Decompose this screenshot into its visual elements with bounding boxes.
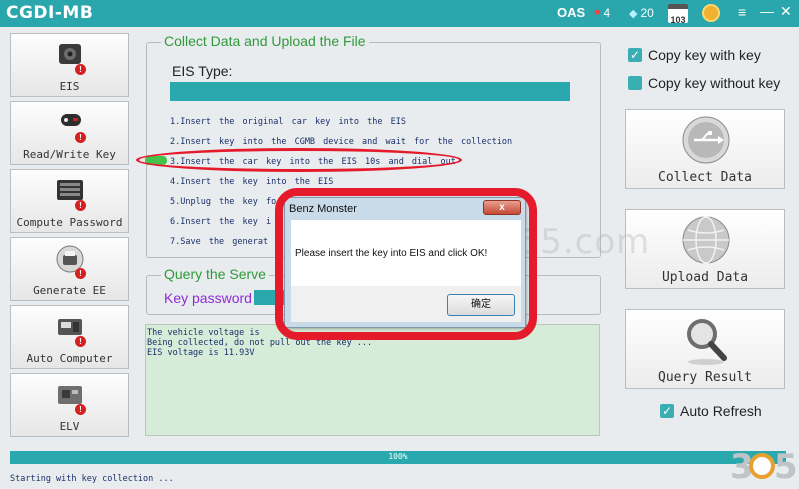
calendar-icon[interactable]: 103 (668, 4, 688, 25)
sidebar-item-label: Read/Write Key (23, 148, 116, 161)
checkbox-box (628, 76, 642, 90)
collect-data-button[interactable]: Collect Data (625, 109, 785, 189)
query-result-button[interactable]: Query Result (625, 309, 785, 389)
checkmark-icon: ✓ (628, 48, 642, 62)
sidebar-item-eis[interactable]: ! EIS (10, 33, 129, 97)
sidebar-item-label: Auto Computer (26, 352, 113, 365)
copy-key-with-key-checkbox[interactable]: ✓ Copy key with key (628, 47, 761, 63)
checkmark-icon: ✓ (660, 404, 674, 418)
oas-label[interactable]: OAS (557, 5, 585, 20)
app-title: CGDI-MB (6, 3, 94, 23)
step-6: 6.Insert the key i (170, 217, 272, 227)
sidebar-item-auto-computer[interactable]: ! Auto Computer (10, 305, 129, 369)
warning-badge: ! (75, 64, 86, 75)
sidebar-item-compute-password[interactable]: ! Compute Password (10, 169, 129, 233)
copy-key-without-key-checkbox[interactable]: Copy key without key (628, 75, 780, 91)
sidebar-item-read-write-key[interactable]: ! Read/Write Key (10, 101, 129, 165)
sidebar-item-label: ELV (59, 420, 80, 433)
warning-badge: ! (75, 336, 86, 347)
svg-text:5: 5 (774, 447, 796, 486)
step-5: 5.Unplug the key fo (170, 197, 277, 207)
sidebar-item-elv[interactable]: ! ELV (10, 373, 129, 437)
usb-icon (682, 116, 730, 164)
checkbox-label: Auto Refresh (680, 403, 762, 419)
warning-badge: ! (75, 132, 86, 143)
cgdi-mb-window: CGDI-MB OAS ♥ 4 ◆ 20 103 ≡ — ✕ ! EIS ! R… (0, 0, 799, 489)
warning-badge: ! (75, 200, 86, 211)
step-2: 2.Insert key into the CGMB device and wa… (170, 137, 513, 147)
status-text: Starting with key collection ... (10, 474, 174, 484)
obdii365-logo-icon: 3 5 (730, 447, 796, 486)
sidebar-item-label: EIS (59, 80, 80, 93)
sidebar-item-label: Generate EE (33, 284, 106, 297)
heart-icon: ♥ (594, 7, 601, 19)
calendar-day: 103 (670, 14, 686, 25)
sidebar-item-label: Compute Password (16, 216, 123, 229)
checkbox-label: Copy key without key (648, 75, 781, 91)
step-highlight-annotation (136, 148, 462, 172)
sidebar-item-generate-ee[interactable]: ! Generate EE (10, 237, 129, 301)
menu-icon[interactable]: ≡ (738, 4, 746, 20)
title-bar: CGDI-MB OAS ♥ 4 ◆ 20 103 ≡ — ✕ (0, 0, 799, 27)
hearts-counter[interactable]: ♥ 4 (594, 6, 610, 20)
query-group-title: Query the Serve (161, 266, 269, 282)
hearts-count: 4 (603, 6, 611, 20)
gems-count: 20 (640, 6, 654, 20)
query-result-label: Query Result (658, 370, 752, 385)
warning-badge: ! (75, 404, 86, 415)
collect-data-label: Collect Data (658, 170, 752, 185)
log-line: EIS voltage is 11.93V (147, 348, 255, 358)
checkbox-label: Copy key with key (648, 47, 761, 63)
medal-icon[interactable] (702, 4, 720, 22)
eis-type-label: EIS Type: (172, 63, 233, 79)
step-4: 4.Insert the key into the EIS (170, 177, 334, 187)
gems-counter[interactable]: ◆ 20 (629, 6, 654, 20)
key-password-label: Key password (164, 290, 252, 306)
eis-type-field (170, 82, 570, 101)
warning-badge: ! (75, 268, 86, 279)
upload-data-label: Upload Data (661, 270, 749, 285)
collect-group-title: Collect Data and Upload the File (161, 33, 369, 49)
progress-label: 100% (388, 452, 408, 461)
auto-refresh-checkbox[interactable]: ✓ Auto Refresh (660, 403, 762, 419)
minimize-button[interactable]: — (760, 3, 774, 19)
step-7: 7.Save the generat (170, 237, 269, 247)
globe-icon (682, 216, 730, 264)
progress-bar: 100% (10, 451, 786, 464)
step-1: 1.Insert the original car key into the E… (170, 117, 406, 127)
close-button[interactable]: ✕ (780, 3, 792, 20)
magnifier-icon (687, 319, 727, 365)
dialog-highlight-annotation (275, 188, 537, 340)
log-output: The vehicle voltage is Being collected, … (145, 324, 600, 436)
diamond-icon: ◆ (629, 7, 638, 20)
